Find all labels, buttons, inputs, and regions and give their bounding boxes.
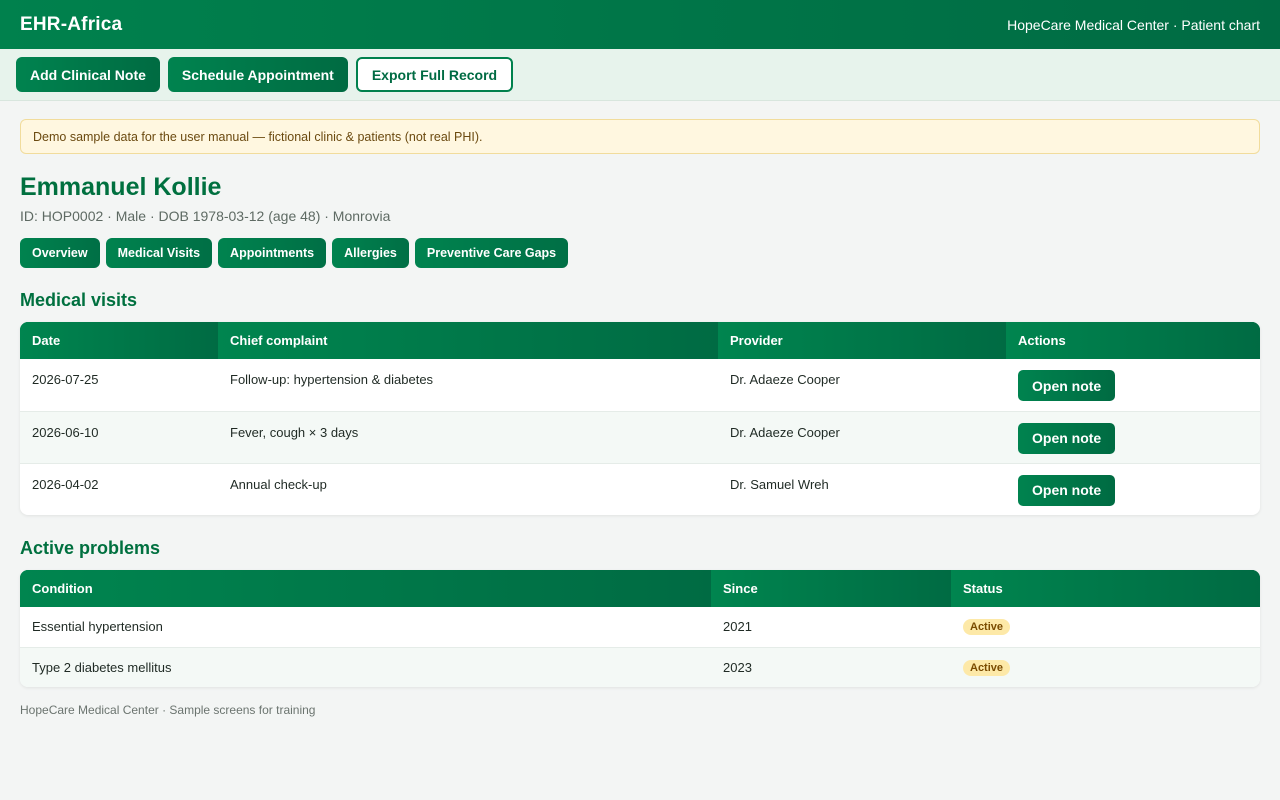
open-note-button[interactable]: Open note <box>1018 370 1116 401</box>
column-header-condition: Condition <box>20 570 711 607</box>
problem-since: 2021 <box>723 619 752 635</box>
add-clinical-note-button[interactable]: Add Clinical Note <box>16 57 160 92</box>
visit-provider: Dr. Samuel Wreh <box>718 462 1006 515</box>
main-content: Demo sample data for the user manual — f… <box>0 119 1280 717</box>
status-badge: Active <box>963 619 1011 636</box>
column-header-status: Status <box>951 570 1260 607</box>
table-row: Type 2 diabetes mellitus 2023 Active <box>20 646 1260 687</box>
tab-appointments[interactable]: Appointments <box>218 238 327 268</box>
tab-medical-visits[interactable]: Medical Visits <box>105 238 213 268</box>
header-context: HopeCare Medical Center · Patient chart <box>1007 16 1260 33</box>
problem-since: 2023 <box>711 646 951 687</box>
visit-date: 2026-06-10 <box>20 410 218 463</box>
patient-meta: ID: HOP0002 · Male · DOB 1978-03-12 (age… <box>20 208 391 224</box>
visit-date: 2026-07-25 <box>32 372 99 387</box>
action-bar: Add Clinical Note Schedule Appointment E… <box>0 49 1280 101</box>
column-header-since: Since <box>711 570 951 607</box>
visits-table: Date Chief complaint Provider Actions 20… <box>20 322 1260 515</box>
table-row: 2026-07-25 Follow-up: hypertension & dia… <box>20 359 1260 411</box>
visit-date: 2026-04-02 <box>20 462 218 515</box>
visit-complaint: Follow-up: hypertension & diabetes <box>230 372 434 387</box>
column-header-date: Date <box>20 322 218 359</box>
page-footer: HopeCare Medical Center · Sample screens… <box>20 703 316 717</box>
status-badge: Active <box>963 659 1011 676</box>
tab-allergies[interactable]: Allergies <box>332 238 409 268</box>
chart-tabs: Overview Medical Visits Appointments All… <box>20 238 1260 268</box>
tab-overview[interactable]: Overview <box>20 238 100 268</box>
problem-condition: Essential hypertension <box>32 619 163 635</box>
visit-complaint: Fever, cough × 3 days <box>218 410 718 463</box>
problems-card: Condition Since Status Essential hyperte… <box>20 570 1260 687</box>
table-row: 2026-04-02 Annual check-up Dr. Samuel Wr… <box>20 462 1260 515</box>
visit-provider: Dr. Adaeze Cooper <box>730 372 840 387</box>
problems-table: Condition Since Status Essential hyperte… <box>20 570 1260 687</box>
open-note-button[interactable]: Open note <box>1018 422 1116 454</box>
column-header-actions: Actions <box>1006 322 1260 359</box>
visits-card: Date Chief complaint Provider Actions 20… <box>20 322 1260 515</box>
tab-preventive-care-gaps[interactable]: Preventive Care Gaps <box>414 238 569 268</box>
problem-condition: Type 2 diabetes mellitus <box>20 646 711 687</box>
visit-complaint: Annual check-up <box>218 462 718 515</box>
problems-section-title: Active problems <box>20 538 161 558</box>
table-row: Essential hypertension 2021 Active <box>20 607 1260 647</box>
schedule-appointment-button[interactable]: Schedule Appointment <box>167 57 348 92</box>
open-note-button[interactable]: Open note <box>1018 474 1116 506</box>
visits-section-title: Medical visits <box>20 290 138 310</box>
table-row: 2026-06-10 Fever, cough × 3 days Dr. Ada… <box>20 410 1260 463</box>
patient-name: Emmanuel Kollie <box>20 173 222 201</box>
column-header-provider: Provider <box>718 322 1006 359</box>
visit-provider: Dr. Adaeze Cooper <box>718 410 1006 463</box>
app-brand[interactable]: EHR-Africa <box>20 14 122 36</box>
export-full-record-button[interactable]: Export Full Record <box>355 57 514 92</box>
top-bar: EHR-Africa HopeCare Medical Center · Pat… <box>0 0 1280 49</box>
demo-notice: Demo sample data for the user manual — f… <box>20 119 1260 154</box>
column-header-chief-complaint: Chief complaint <box>218 322 718 359</box>
